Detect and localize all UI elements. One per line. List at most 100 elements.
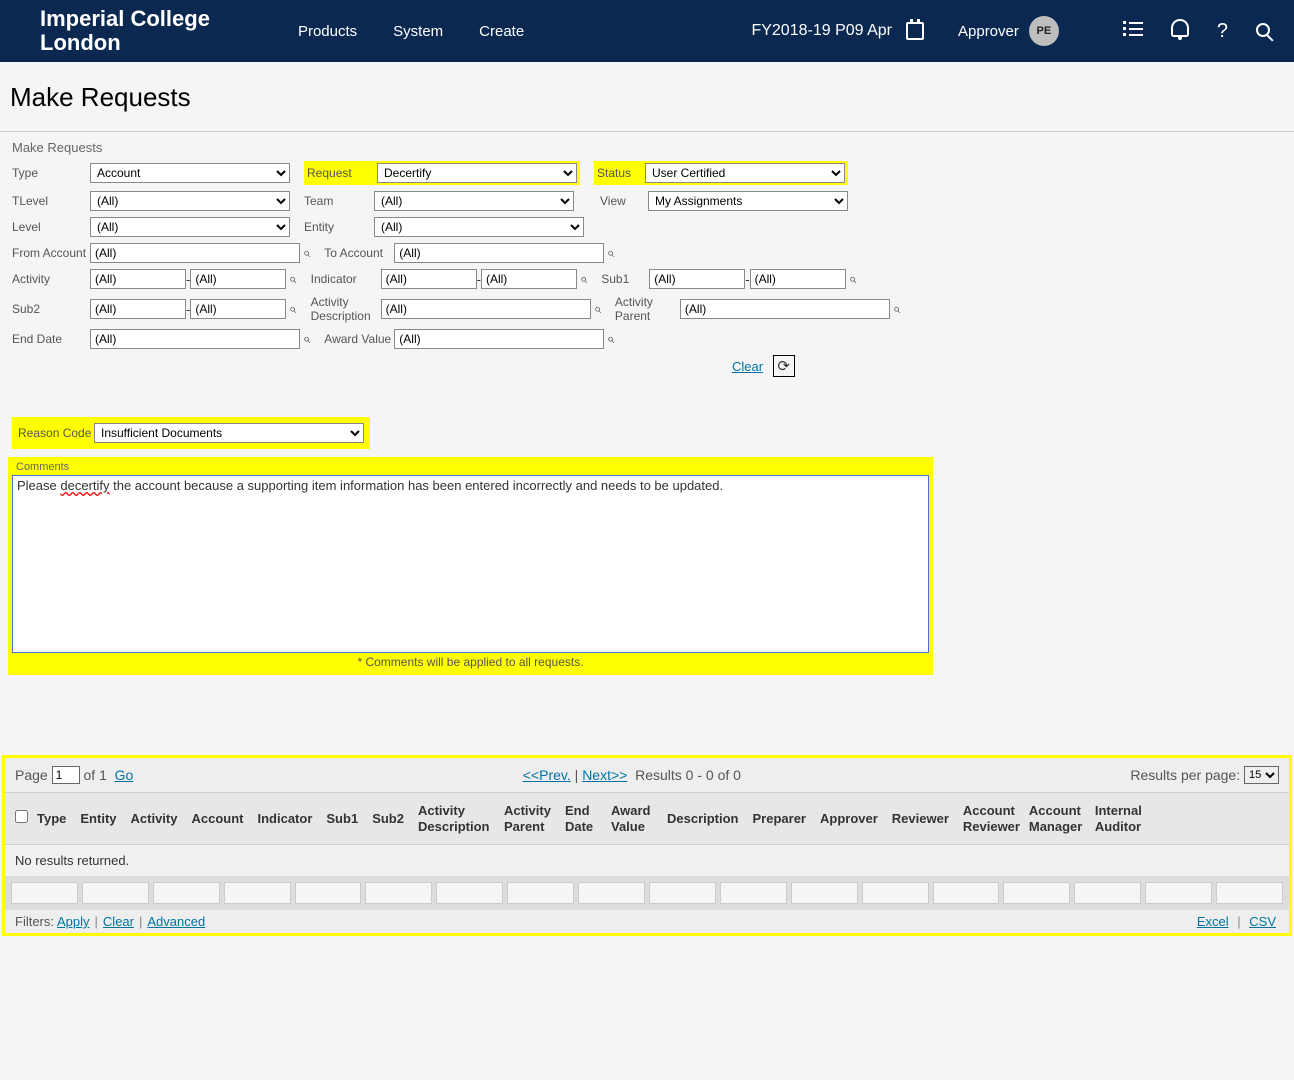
col-description[interactable]: Description xyxy=(663,811,743,827)
reason-code-select[interactable]: Insufficient Documents xyxy=(94,423,364,443)
status-select[interactable]: User Certified xyxy=(645,163,845,183)
col-account[interactable]: Account xyxy=(187,811,247,827)
award-value-label: Award Value xyxy=(324,332,394,346)
lookup-icon[interactable]: ⌕ xyxy=(893,301,900,317)
activity-desc-label: Activity Description xyxy=(311,295,381,323)
activity-parent-input[interactable] xyxy=(680,299,890,319)
sub1-to-input[interactable] xyxy=(750,269,846,289)
sub2-from-input[interactable] xyxy=(90,299,186,319)
col-account-manager[interactable]: Account Manager xyxy=(1025,803,1085,834)
col-reviewer[interactable]: Reviewer xyxy=(888,811,953,827)
clear-filters-link[interactable]: Clear xyxy=(732,359,763,374)
section-label: Make Requests xyxy=(0,132,1294,161)
lookup-icon[interactable]: ⌕ xyxy=(580,271,587,287)
request-select[interactable]: Decertify xyxy=(377,163,577,183)
type-select[interactable]: Account xyxy=(90,163,290,183)
col-activity[interactable]: Activity xyxy=(127,811,182,827)
nav-create[interactable]: Create xyxy=(479,23,524,40)
lookup-icon[interactable]: ⌕ xyxy=(607,331,614,347)
view-select[interactable]: My Assignments xyxy=(648,191,848,211)
indicator-from-input[interactable] xyxy=(381,269,477,289)
avatar[interactable]: PE xyxy=(1029,16,1059,46)
col-internal-auditor[interactable]: Internal Auditor xyxy=(1091,803,1146,834)
filters-clear-link[interactable]: Clear xyxy=(103,914,134,929)
reason-code-label: Reason Code xyxy=(18,426,94,440)
indicator-to-input[interactable] xyxy=(481,269,577,289)
col-indicator[interactable]: Indicator xyxy=(253,811,316,827)
lookup-icon[interactable]: ⌕ xyxy=(289,301,296,317)
logo-line1: Imperial College xyxy=(40,7,210,31)
award-value-input[interactable] xyxy=(394,329,604,349)
notifications-icon[interactable] xyxy=(1171,19,1189,43)
to-account-label: To Account xyxy=(324,246,394,260)
app-header: Imperial College London Products System … xyxy=(0,0,1294,62)
activity-to-input[interactable] xyxy=(190,269,286,289)
page-title: Make Requests xyxy=(0,62,1294,131)
entity-select[interactable]: (All) xyxy=(374,217,584,237)
col-activity-desc[interactable]: Activity Description xyxy=(414,803,494,834)
lookup-icon[interactable]: ⌕ xyxy=(607,245,614,261)
filters-apply-link[interactable]: Apply xyxy=(57,914,90,929)
team-label: Team xyxy=(304,194,374,208)
help-icon[interactable]: ? xyxy=(1217,20,1228,43)
role-label[interactable]: Approver xyxy=(958,23,1019,40)
export-excel-link[interactable]: Excel xyxy=(1197,914,1229,929)
page-label: Page xyxy=(15,767,48,783)
from-account-label: From Account xyxy=(12,246,90,260)
col-end-date[interactable]: End Date xyxy=(561,803,601,834)
tlevel-select[interactable]: (All) xyxy=(90,191,290,211)
refresh-button[interactable] xyxy=(773,355,795,377)
activity-label: Activity xyxy=(12,272,90,286)
task-list-icon[interactable] xyxy=(1123,20,1143,43)
col-entity[interactable]: Entity xyxy=(76,811,120,827)
activity-from-input[interactable] xyxy=(90,269,186,289)
results-summary: Results 0 - 0 of 0 xyxy=(635,767,741,783)
nav-products[interactable]: Products xyxy=(298,23,357,40)
level-select[interactable]: (All) xyxy=(90,217,290,237)
sub2-to-input[interactable] xyxy=(190,299,286,319)
lookup-icon[interactable]: ⌕ xyxy=(849,271,856,287)
nav-system[interactable]: System xyxy=(393,23,443,40)
from-account-input[interactable] xyxy=(90,243,300,263)
sub1-from-input[interactable] xyxy=(649,269,745,289)
next-link[interactable]: Next>> xyxy=(582,767,627,783)
col-type[interactable]: Type xyxy=(33,811,70,827)
to-account-input[interactable] xyxy=(394,243,604,263)
lookup-icon[interactable]: ⌕ xyxy=(594,301,601,317)
filters-panel: Type Account Request Decertify Status Us… xyxy=(0,161,1294,387)
level-label: Level xyxy=(12,220,90,234)
export-csv-link[interactable]: CSV xyxy=(1249,914,1276,929)
page-input[interactable] xyxy=(52,766,80,784)
col-activity-parent[interactable]: Activity Parent xyxy=(500,803,555,834)
col-preparer[interactable]: Preparer xyxy=(749,811,810,827)
select-all-checkbox[interactable] xyxy=(15,810,28,823)
calendar-icon[interactable] xyxy=(906,22,924,40)
search-icon[interactable] xyxy=(1256,20,1270,43)
go-link[interactable]: Go xyxy=(115,767,134,783)
indicator-label: Indicator xyxy=(311,272,381,286)
col-sub2[interactable]: Sub2 xyxy=(368,811,408,827)
rpp-label: Results per page: xyxy=(1130,767,1240,783)
activity-parent-label: Activity Parent xyxy=(615,295,680,323)
team-select[interactable]: (All) xyxy=(374,191,574,211)
fiscal-period[interactable]: FY2018-19 P09 Apr xyxy=(751,22,892,40)
logo: Imperial College London xyxy=(40,7,210,55)
status-label: Status xyxy=(597,166,645,180)
request-label: Request xyxy=(307,166,377,180)
col-approver[interactable]: Approver xyxy=(816,811,882,827)
end-date-input[interactable] xyxy=(90,329,300,349)
prev-link[interactable]: <<Prev. xyxy=(523,767,571,783)
lookup-icon[interactable]: ⌕ xyxy=(303,245,310,261)
refresh-icon xyxy=(777,357,790,375)
comments-note: * Comments will be applied to all reques… xyxy=(12,653,929,669)
col-account-reviewer[interactable]: Account Reviewer xyxy=(959,803,1019,834)
col-award-value[interactable]: Award Value xyxy=(607,803,657,834)
logo-line2: London xyxy=(40,31,210,55)
lookup-icon[interactable]: ⌕ xyxy=(289,271,296,287)
filters-advanced-link[interactable]: Advanced xyxy=(147,914,205,929)
col-sub1[interactable]: Sub1 xyxy=(322,811,362,827)
lookup-icon[interactable]: ⌕ xyxy=(303,331,310,347)
rpp-select[interactable]: 15 xyxy=(1244,766,1279,784)
activity-desc-input[interactable] xyxy=(381,299,591,319)
comments-textarea[interactable]: Please decertify the account because a s… xyxy=(12,475,929,653)
